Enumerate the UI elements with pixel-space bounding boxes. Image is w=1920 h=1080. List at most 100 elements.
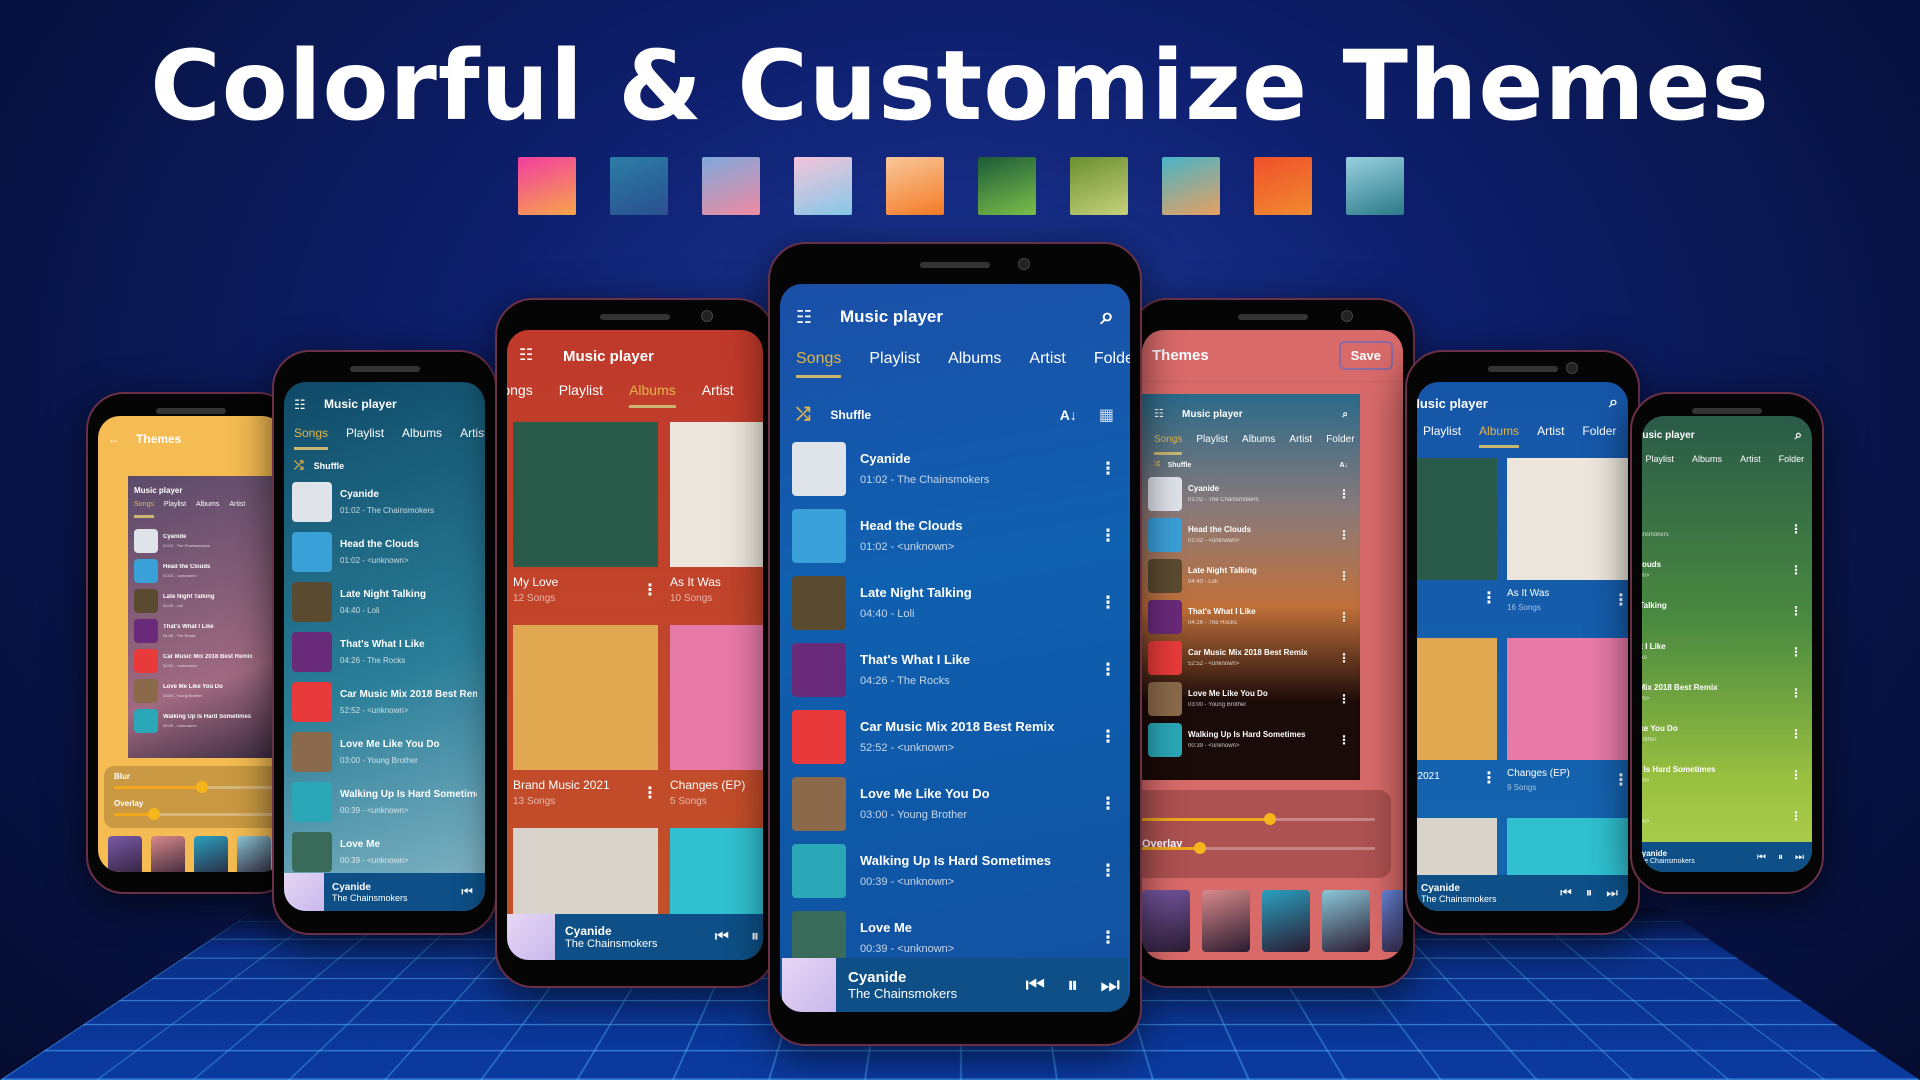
album-card[interactable]: usic 2021 ⋮ (1417, 638, 1497, 818)
more-options-icon[interactable]: ⋮ (1481, 768, 1497, 788)
more-options-icon[interactable]: ⋮ (1334, 692, 1354, 706)
previous-icon[interactable]: ⏮ (461, 884, 473, 900)
previous-icon[interactable]: ⏮ (1025, 972, 1045, 998)
song-row[interactable]: Love Me Like You Do 03:00 - Young Brother… (1148, 678, 1354, 719)
previous-icon[interactable]: ⏮ (715, 928, 729, 946)
song-row[interactable]: That's What I Like 04:26 - The Rocks (134, 616, 278, 646)
next-icon[interactable]: ⏭ (1100, 972, 1120, 998)
theme-swatch-teal-blue-gradient[interactable]: teal-blue-gradient (610, 157, 668, 215)
song-row[interactable]: Cyanide 01:02 - The Chainsmokers (292, 477, 477, 527)
song-row[interactable]: Late Night Talking 04:40 - Loli (134, 586, 278, 616)
album-card[interactable]: Brand Music 2021 13 Songs ⋮ (513, 625, 658, 828)
song-row[interactable]: Love Me 00:39 - <unknown> (292, 827, 477, 877)
blur-knob[interactable] (1264, 813, 1277, 825)
blur-knob[interactable] (196, 781, 208, 793)
more-options-icon[interactable]: ⋮ (1334, 651, 1354, 665)
previous-icon[interactable]: ⏮ (1757, 852, 1766, 863)
song-row[interactable]: Cyanide 01:02 - The Chainsmokers ⋮ (1642, 508, 1806, 549)
blur-slider[interactable] (114, 781, 274, 793)
tab-artist[interactable]: Artist (1537, 424, 1564, 438)
overlay-knob[interactable] (148, 808, 160, 820)
album-card[interactable]: As It Was 16 Songs ⋮ (1507, 458, 1628, 638)
album-card[interactable]: ⋮ (1417, 458, 1497, 638)
tab-folder[interactable]: Folder (1094, 350, 1130, 368)
song-row[interactable]: Head the Clouds 01:02 - <unknown> (292, 527, 477, 577)
more-options-icon[interactable]: ⋮ (1098, 526, 1118, 546)
tab-albums[interactable]: Albums (948, 350, 1001, 368)
more-options-icon[interactable]: ⋮ (1786, 686, 1806, 700)
pause-icon[interactable]: ⏸ (1067, 972, 1078, 998)
search-icon[interactable]: ⌕ (1795, 427, 1802, 443)
song-row[interactable]: Walking Up Is Hard Sometimes 00:39 - <unk… (1148, 719, 1354, 760)
theme-swatch-dandelion[interactable]: dandelion (1070, 157, 1128, 215)
song-row[interactable]: Love Me Like You Do 03:00 - Young Brother… (792, 770, 1118, 837)
tab-albums[interactable]: Albums (1479, 424, 1520, 448)
menu-icon[interactable]: ☷ (796, 308, 818, 326)
song-row[interactable]: Cyanide 01:02 - The Chainsmokers (134, 526, 278, 556)
wallpaper-option[interactable] (1382, 890, 1403, 952)
more-options-icon[interactable]: ⋮ (1786, 809, 1806, 823)
album-card[interactable]: My Love 12 Songs ⋮ (513, 422, 658, 625)
song-row[interactable]: Love Me 00:39 - <unknown> ⋮ (1642, 795, 1806, 836)
tab-artist[interactable]: Artist (229, 501, 245, 508)
wallpaper-option[interactable] (1322, 890, 1370, 952)
more-options-icon[interactable]: ⋮ (1334, 569, 1354, 583)
search-icon[interactable]: ⌕ (1609, 394, 1618, 412)
song-row[interactable]: Late Night Talking 04:40 - Loli (292, 577, 477, 627)
wallpaper-option[interactable] (1142, 890, 1190, 952)
tab-songs[interactable]: Songs (507, 382, 533, 398)
tab-albums[interactable]: Albums (1242, 434, 1275, 445)
tab-artist[interactable]: Artist (460, 426, 485, 440)
song-row[interactable]: Walking Up Is Hard Sometimes 00:39 - <unk… (292, 777, 477, 827)
more-options-icon[interactable]: ⋮ (1786, 604, 1806, 618)
song-row[interactable]: Late Night Talking 04:40 - Loli ⋮ (1148, 555, 1354, 596)
more-options-icon[interactable]: ⋮ (1334, 487, 1354, 501)
tab-playlist[interactable]: Playlist (1646, 454, 1675, 464)
wallpaper-option[interactable] (1262, 890, 1310, 952)
select-grid-icon[interactable]: ▦ (1099, 405, 1114, 425)
more-options-icon[interactable]: ⋮ (1613, 770, 1628, 790)
song-row[interactable]: Head the Clouds 01:02 - <unknown> ⋮ (1642, 549, 1806, 590)
more-options-icon[interactable]: ⋮ (1786, 727, 1806, 741)
album-card[interactable]: Changes (EP)5 Songs⋮ (670, 625, 763, 828)
song-row[interactable]: Late Night Talking 04:40 - Loli ⋮ (792, 569, 1118, 636)
more-options-icon[interactable]: ⋮ (1786, 563, 1806, 577)
song-row[interactable]: That's What I Like 04:26 - The Rocks (292, 627, 477, 677)
song-row[interactable]: Walking Up Is Hard Sometimes 00:39 - <unk… (1642, 754, 1806, 795)
tab-playlist[interactable]: Playlist (559, 382, 603, 398)
wallpaper-option[interactable] (1202, 890, 1250, 952)
theme-swatch-teal-orange-smoke[interactable]: teal-orange-smoke (1162, 157, 1220, 215)
menu-icon[interactable]: ☷ (294, 398, 310, 411)
song-row[interactable]: Love Me Like You Do 03:00 - Young Brother (134, 676, 278, 706)
more-options-icon[interactable]: ⋮ (1334, 733, 1354, 747)
save-button[interactable]: Save (1338, 341, 1393, 370)
next-icon[interactable]: ⏭ (1606, 885, 1618, 901)
more-options-icon[interactable]: ⋮ (1334, 528, 1354, 542)
shuffle-row[interactable]: ⤮ Shuffle A↓ ▦ (780, 368, 1130, 435)
tab-playlist[interactable]: Playlist (1196, 434, 1228, 445)
theme-swatch-orange-red[interactable]: orange-red (1254, 157, 1312, 215)
more-options-icon[interactable]: ⋮ (1786, 522, 1806, 536)
wallpaper-option[interactable] (108, 836, 142, 872)
song-row[interactable]: Head the Clouds 01:02 - <unknown> (134, 556, 278, 586)
more-options-icon[interactable]: ⋮ (1098, 928, 1118, 948)
tab-folder[interactable]: Folder (1779, 454, 1805, 464)
more-options-icon[interactable]: ⋮ (1613, 590, 1628, 610)
song-row[interactable]: That's What I Like 04:26 - The Rocks ⋮ (1642, 631, 1806, 672)
more-options-icon[interactable]: ⋮ (1098, 861, 1118, 881)
album-card[interactable]: As It Was10 Songs⋮ (670, 422, 763, 625)
more-options-icon[interactable]: ⋮ (1098, 660, 1118, 680)
blur-slider[interactable] (1142, 813, 1375, 825)
wallpaper-option[interactable] (194, 836, 228, 872)
pause-icon[interactable]: ⏸ (1778, 852, 1783, 863)
song-row[interactable]: Cyanide 01:02 - The Chainsmokers ⋮ (792, 435, 1118, 502)
more-options-icon[interactable]: ⋮ (1098, 727, 1118, 747)
next-icon[interactable]: ⏭ (1795, 852, 1804, 863)
menu-icon[interactable]: ☷ (519, 348, 541, 364)
more-options-icon[interactable]: ⋮ (642, 783, 658, 803)
previous-icon[interactable]: ⏮ (1560, 885, 1572, 901)
sort-az-icon[interactable]: A↓ (1060, 407, 1077, 423)
mini-player[interactable]: Cyanide The Chainsmokers ⏮ (284, 873, 485, 911)
song-row[interactable]: That's What I Like 04:26 - The Rocks ⋮ (792, 636, 1118, 703)
song-row[interactable]: Car Music Mix 2018 Best Remix 52:52 - <un… (292, 677, 477, 727)
